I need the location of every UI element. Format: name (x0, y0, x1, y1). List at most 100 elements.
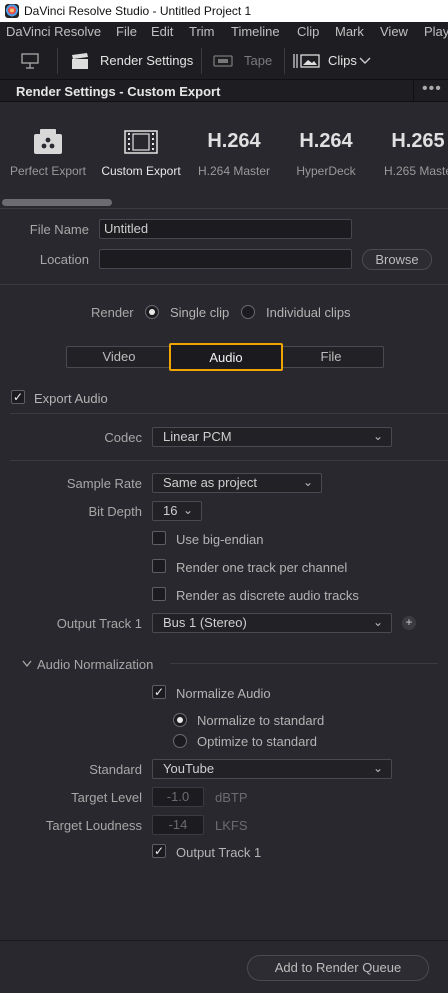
standard-select[interactable]: YouTube ⌄ (152, 759, 392, 779)
divider (10, 413, 448, 414)
file-name-input[interactable]: Untitled (99, 219, 352, 239)
discrete-tracks-checkbox[interactable] (152, 587, 166, 601)
optimize-to-standard-label: Optimize to standard (197, 734, 317, 749)
tape-toggle[interactable]: Tape (244, 53, 272, 68)
monitor-icon[interactable] (20, 52, 40, 70)
chevron-down-icon: ⌄ (372, 615, 383, 629)
sample-rate-select[interactable]: Same as project ⌄ (152, 473, 322, 493)
preset-scrollbar[interactable] (2, 199, 112, 206)
codec-label: Codec (104, 430, 142, 445)
clips-icon (293, 54, 320, 68)
normalize-output-track-label: Output Track 1 (176, 845, 262, 860)
individual-clips-radio[interactable] (241, 305, 255, 319)
footer-bar: Add to Render Queue (0, 940, 448, 993)
bit-depth-value: 16 (163, 503, 178, 518)
preset-hyperdeck[interactable]: H.264 HyperDeck (280, 102, 372, 202)
preset-codec-text: H.264 (299, 130, 353, 152)
divider (170, 663, 438, 664)
preset-label: Perfect Export (9, 164, 87, 178)
codec-select[interactable]: Linear PCM ⌄ (152, 427, 392, 447)
divider (10, 460, 448, 461)
menu-bar: DaVinci Resolve File Edit Trim Timeline … (0, 22, 448, 42)
tab-video[interactable]: Video (66, 346, 172, 368)
tab-file[interactable]: File (278, 346, 384, 368)
preset-label: Custom Export (101, 164, 181, 178)
menu-trim[interactable]: Trim (189, 24, 215, 39)
normalize-output-track-checkbox[interactable]: ✓ (152, 844, 166, 858)
preset-codec-text: H.265 (391, 130, 445, 152)
output-track-select[interactable]: Bus 1 (Stereo) ⌄ (152, 613, 392, 633)
target-loudness-label: Target Loudness (45, 818, 142, 833)
clapperboard-icon (72, 53, 88, 69)
normalize-to-standard-label: Normalize to standard (197, 713, 325, 728)
chevron-down-icon: ⌄ (302, 475, 313, 489)
location-input[interactable] (99, 249, 352, 269)
render-settings-toggle[interactable]: Render Settings (100, 53, 193, 68)
chevron-down-icon: ⌄ (372, 429, 383, 443)
normalize-to-standard-radio[interactable] (173, 713, 187, 727)
preset-strip: Perfect Export Custom Export H.264 H.264… (0, 102, 448, 207)
add-output-track-icon[interactable]: + (402, 616, 416, 630)
divider (0, 284, 448, 285)
menu-timeline[interactable]: Timeline (231, 24, 280, 39)
target-level-label: Target Level (71, 790, 142, 805)
preset-perfect-export[interactable]: Perfect Export (2, 102, 94, 202)
file-name-label: File Name (29, 222, 89, 237)
menu-play[interactable]: Play (424, 24, 448, 39)
clips-toggle[interactable]: Clips (328, 53, 357, 68)
menu-mark[interactable]: Mark (335, 24, 364, 39)
target-level-unit: dBTP (215, 790, 248, 805)
preset-label: H.265 Maste (383, 164, 448, 178)
chevron-down-icon: ⌄ (182, 503, 193, 517)
audio-normalization-header[interactable]: Audio Normalization (37, 657, 153, 672)
standard-value: YouTube (163, 761, 215, 776)
menu-edit[interactable]: Edit (151, 24, 173, 39)
menu-view[interactable]: View (380, 24, 408, 39)
output-track-value: Bus 1 (Stereo) (163, 615, 247, 630)
menu-davinci-resolve[interactable]: DaVinci Resolve (6, 24, 101, 39)
add-to-render-queue-button[interactable]: Add to Render Queue (247, 955, 429, 981)
toolbar-divider (57, 48, 58, 74)
chevron-down-icon[interactable] (359, 57, 371, 65)
window-title: DaVinci Resolve Studio - Untitled Projec… (24, 4, 252, 18)
bit-depth-select[interactable]: 16 ⌄ (152, 501, 202, 521)
target-loudness-unit: LKFS (215, 818, 248, 833)
divider (0, 208, 448, 209)
preset-h264-master[interactable]: H.264 H.264 Master (188, 102, 280, 202)
one-track-per-channel-checkbox[interactable] (152, 559, 166, 573)
one-track-per-channel-label: Render one track per channel (176, 560, 348, 575)
target-level-input[interactable]: -1.0 (152, 787, 204, 807)
output-track-label: Output Track 1 (56, 616, 142, 631)
target-loudness-input[interactable]: -14 (152, 815, 204, 835)
codec-value: Linear PCM (163, 429, 232, 444)
location-label: Location (39, 252, 89, 267)
browse-button[interactable]: Browse (362, 249, 432, 270)
preset-codec-text: H.264 (207, 130, 261, 152)
tape-icon (213, 55, 233, 67)
preset-label: HyperDeck (296, 164, 356, 178)
more-options-icon[interactable]: ••• (422, 80, 442, 98)
big-endian-checkbox[interactable] (152, 531, 166, 545)
panel-title: Render Settings - Custom Export (16, 84, 221, 99)
big-endian-label: Use big-endian (176, 532, 264, 547)
preset-h265-master[interactable]: H.265 H.265 Maste (372, 102, 448, 202)
export-audio-label: Export Audio (34, 391, 108, 406)
normalize-audio-checkbox[interactable]: ✓ (152, 685, 166, 699)
toolbar-divider (284, 48, 285, 74)
deliver-toolbar: Render Settings Tape Clips (0, 42, 448, 80)
discrete-tracks-label: Render as discrete audio tracks (176, 588, 359, 603)
chevron-down-icon[interactable] (22, 660, 32, 668)
chevron-down-icon: ⌄ (372, 761, 383, 775)
single-clip-radio[interactable] (145, 305, 159, 319)
panel-header: Render Settings - Custom Export ••• (0, 80, 448, 102)
window-titlebar: DaVinci Resolve Studio - Untitled Projec… (0, 0, 448, 22)
standard-label: Standard (89, 762, 142, 777)
export-audio-checkbox[interactable]: ✓ (11, 390, 25, 404)
optimize-to-standard-radio[interactable] (173, 734, 187, 748)
menu-clip[interactable]: Clip (297, 24, 319, 39)
preset-custom-export[interactable]: Custom Export (95, 102, 187, 202)
menu-file[interactable]: File (116, 24, 137, 39)
film-icon (124, 130, 158, 154)
tab-audio[interactable]: Audio (169, 343, 283, 371)
header-divider (413, 80, 414, 102)
